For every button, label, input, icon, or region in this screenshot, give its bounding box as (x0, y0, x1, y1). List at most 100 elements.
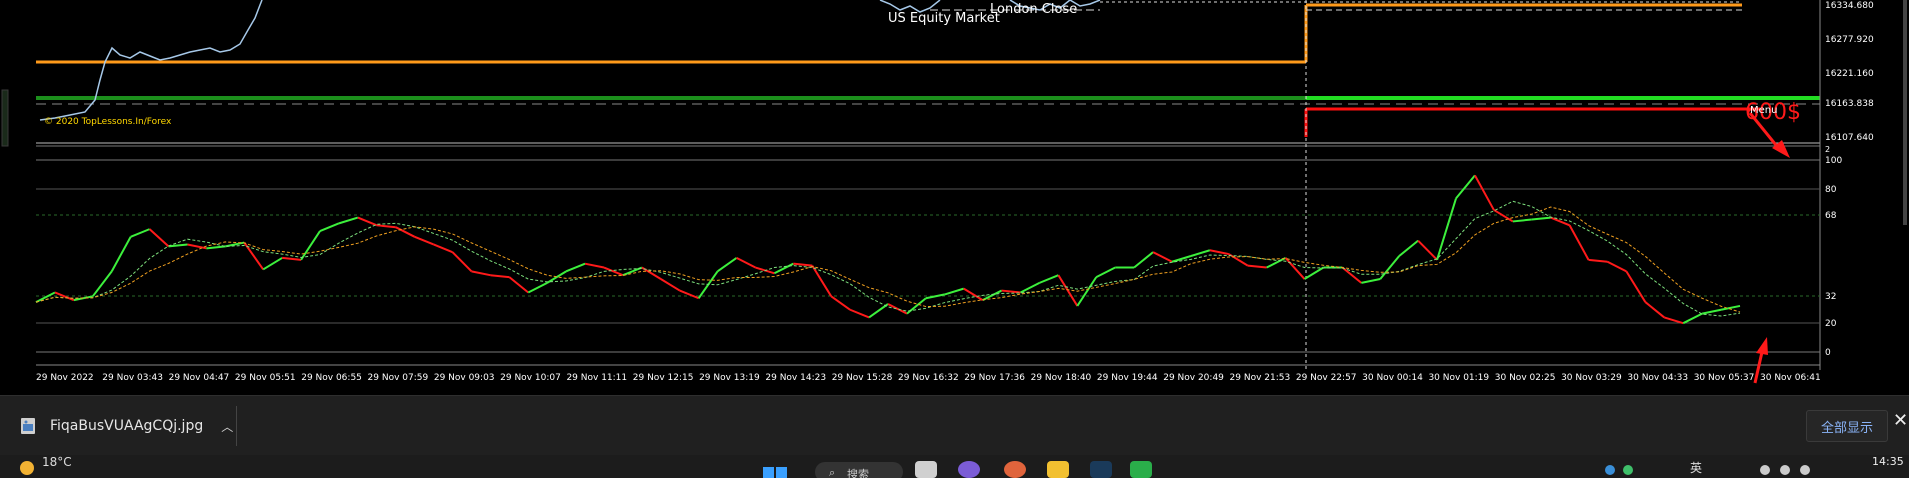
indicator-segment (1001, 289, 1021, 294)
menu-label[interactable]: Menu (1750, 105, 1777, 116)
indicator-segment (849, 308, 870, 319)
time-tick-label: 29 Nov 11:11 (566, 373, 627, 383)
indicator-segment (35, 291, 56, 303)
tray-shield-icon[interactable] (1605, 465, 1615, 475)
indicator-segment (148, 228, 170, 248)
indicator-segment (1417, 239, 1438, 261)
image-file-icon (21, 418, 35, 434)
indicator-segment (451, 251, 473, 273)
wifi-icon[interactable] (1760, 465, 1770, 475)
indicator-segment (262, 257, 283, 271)
indicator-segment (54, 291, 75, 302)
time-tick-label: 29 Nov 07:59 (368, 373, 429, 383)
indicator-segment (906, 297, 927, 315)
browser-app-icon[interactable] (1004, 461, 1026, 478)
indicator-segment (603, 266, 624, 277)
indicator-segment (357, 216, 378, 227)
chevron-up-icon[interactable]: ︿ (221, 418, 233, 435)
indicator-segment (1190, 249, 1211, 257)
time-tick-label: 29 Nov 14:23 (765, 373, 826, 383)
indicator-segment (736, 257, 756, 269)
download-file-name: FiqaBusVUAAgCQj.jpg (50, 418, 204, 434)
indicator-tick-label: 0 (1825, 348, 1831, 358)
indicator-segment (944, 287, 965, 296)
indicator-segment (508, 276, 529, 294)
indicator-segment (1209, 249, 1229, 256)
time-tick-label: 29 Nov 03:43 (102, 373, 163, 383)
indicator-tick-label: 100 (1825, 156, 1842, 166)
time-tick-label: 30 Nov 05:37 (1694, 373, 1755, 383)
indicator-segment (319, 222, 340, 232)
indicator-segment (1607, 260, 1627, 273)
time-tick-label: 29 Nov 09:03 (434, 373, 495, 383)
time-tick-label: 29 Nov 16:32 (898, 373, 959, 383)
session-label-us-equity: US Equity Market (888, 11, 1000, 26)
chat-app-icon[interactable] (958, 461, 980, 478)
trading-chart[interactable]: 16334.680 16277.920 16221.160 16163.838 1610… (0, 0, 1909, 395)
price-tick-label: 16163.838 (1825, 99, 1874, 109)
indicator-segment (773, 262, 794, 275)
indicator-segment (110, 236, 132, 272)
indicator-tick-label: 68 (1825, 211, 1837, 221)
indicator-segment (1512, 218, 1532, 223)
time-tick-label: 29 Nov 2022 (36, 373, 94, 383)
price-tick-label: 16277.920 (1825, 35, 1874, 45)
folder-app-icon[interactable] (1047, 461, 1069, 478)
indicator-segment (92, 270, 113, 297)
indicator-segment (1663, 316, 1684, 325)
time-tick-label: 29 Nov 10:07 (500, 373, 561, 383)
file-app-icon[interactable] (915, 461, 937, 478)
indicator-segment (1361, 278, 1381, 284)
clock: 14:35 (1872, 455, 1904, 468)
left-scroll-handle[interactable] (1, 89, 9, 147)
trading-app-icon[interactable] (1090, 461, 1112, 478)
indicator-segment (868, 303, 889, 319)
battery-icon[interactable] (1800, 465, 1810, 475)
indicator-segment (187, 243, 207, 250)
downloads-bar: FiqaBusVUAAgCQj.jpg ︿ 全部显示 ✕ (0, 395, 1909, 456)
indicator-segment (1644, 301, 1665, 319)
indicator-segment (717, 257, 738, 273)
watermark-text: © 2020 TopLessons.In/Forex (44, 117, 172, 127)
time-tick-label: 30 Nov 01:19 (1428, 373, 1489, 383)
time-tick-label: 29 Nov 20:49 (1163, 373, 1224, 383)
time-tick-label: 30 Nov 06:41 (1760, 373, 1821, 383)
chart-canvas[interactable]: 16334.680 16277.920 16221.160 16163.838 1610… (0, 0, 1909, 395)
indicator-segment (1588, 258, 1608, 263)
indicator-segment (471, 270, 491, 277)
temperature-label: 18°C (42, 455, 72, 469)
indicator-segment (887, 303, 908, 315)
indicator-segment (414, 235, 434, 246)
tray-app-icon[interactable] (1623, 465, 1633, 475)
time-tick-label: 29 Nov 04:47 (169, 373, 230, 383)
indicator-segment (982, 289, 1003, 302)
indicator-tick-label: 80 (1825, 185, 1837, 195)
right-scrollbar[interactable] (1903, 0, 1907, 225)
indicator-segment (1095, 266, 1116, 279)
ime-indicator[interactable]: 英 (1690, 459, 1702, 476)
windows-start-icon[interactable] (763, 467, 787, 478)
indicator-segment (206, 245, 226, 250)
indicator-segment (584, 262, 605, 269)
price-candles (39, 0, 263, 121)
indicator-tick-label: 20 (1825, 319, 1837, 329)
time-tick-label: 29 Nov 19:44 (1097, 373, 1158, 383)
indicator-segment (1625, 270, 1647, 303)
show-all-button[interactable]: 全部显示 (1806, 410, 1888, 442)
close-icon[interactable]: ✕ (1893, 410, 1908, 431)
price-tick-label: 16334.680 (1825, 1, 1874, 11)
weather-widget[interactable]: 18°C (20, 455, 72, 475)
volume-icon[interactable] (1780, 465, 1790, 475)
taskbar-search[interactable]: ⌕ 搜索 (815, 462, 903, 478)
taskbar: 18°C ⌕ 搜索 英 14:35 (0, 455, 1909, 478)
time-tick-label: 30 Nov 04:33 (1627, 373, 1688, 383)
time-tick-label: 29 Nov 18:40 (1031, 373, 1092, 383)
indicator-segment (811, 265, 833, 297)
indicator-segment (963, 287, 984, 302)
time-tick-label: 29 Nov 05:51 (235, 373, 296, 383)
indicator-segment (1436, 198, 1457, 261)
download-item[interactable]: FiqaBusVUAAgCQj.jpg ︿ (0, 396, 236, 456)
indicator-segment (1247, 264, 1267, 269)
wechat-app-icon[interactable] (1130, 461, 1152, 478)
indicator-segment (793, 262, 813, 267)
